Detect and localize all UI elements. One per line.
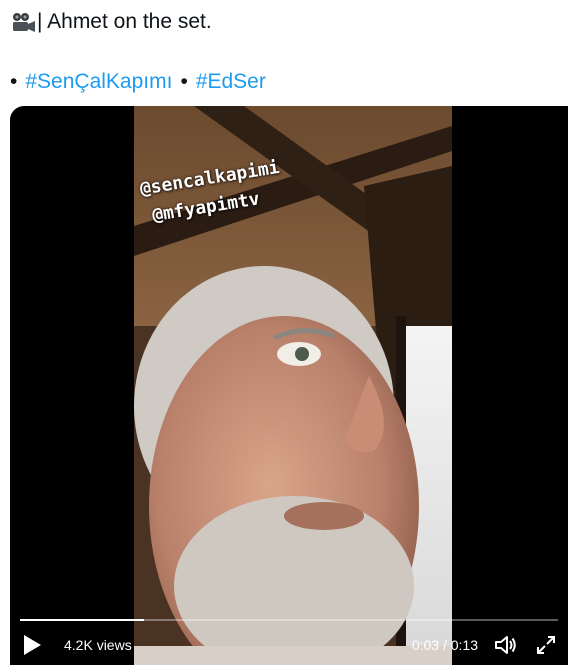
- video-player[interactable]: @sencalkapimi @mfyapimtv 4.2K views 0:03…: [10, 106, 568, 665]
- duration: 0:13: [450, 637, 478, 653]
- bullet: •: [10, 70, 18, 93]
- video-controls: 4.2K views 0:03 / 0:13: [10, 625, 568, 665]
- hashtag-line: • #SenÇalKapımı • #EdSer: [10, 68, 266, 96]
- view-count: 4.2K views: [64, 637, 132, 653]
- current-time: 0:03: [411, 637, 440, 653]
- time-separator: /: [442, 637, 447, 653]
- movie-camera-icon: [13, 13, 35, 32]
- volume-icon[interactable]: [494, 634, 518, 656]
- progress-bar[interactable]: [20, 619, 558, 621]
- progress-fill: [20, 619, 144, 621]
- time-display: 0:03 / 0:13: [412, 637, 478, 653]
- play-icon[interactable]: [22, 634, 42, 656]
- video-frame: @sencalkapimi @mfyapimtv: [134, 106, 452, 665]
- hashtag-edser[interactable]: #EdSer: [196, 68, 266, 96]
- tweet-text: | Ahmet on the set.: [10, 8, 212, 36]
- fullscreen-icon[interactable]: [536, 635, 556, 655]
- tweet-body: | Ahmet on the set.: [37, 10, 212, 33]
- bullet: •: [180, 70, 188, 93]
- hashtag-sencalkapimi[interactable]: #SenÇalKapımı: [25, 68, 172, 96]
